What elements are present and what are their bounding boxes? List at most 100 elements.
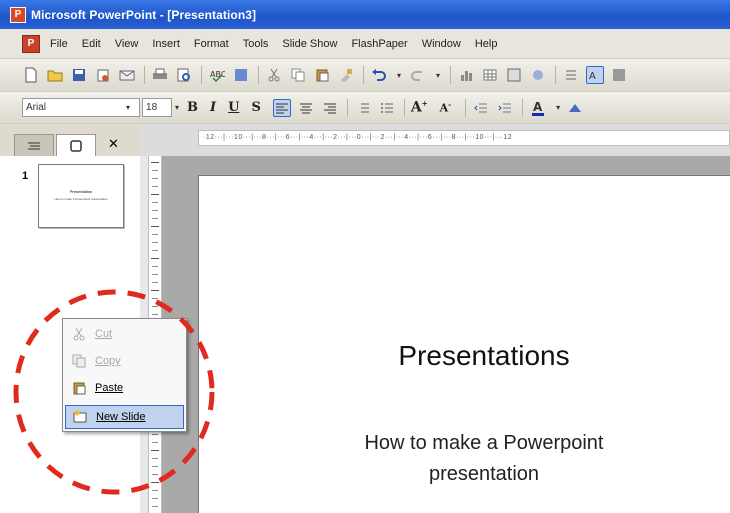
- new-document-icon[interactable]: [22, 66, 40, 84]
- show-formatting-icon[interactable]: A: [586, 66, 605, 84]
- context-menu-label: Paste: [95, 382, 124, 394]
- menu-tools[interactable]: Tools: [243, 38, 269, 50]
- slide-subtitle[interactable]: How to make a Powerpoint presentation: [198, 428, 730, 490]
- undo-icon[interactable]: [370, 66, 388, 84]
- align-center-icon[interactable]: [297, 99, 315, 117]
- slides-tab[interactable]: [56, 134, 96, 156]
- print-icon[interactable]: [151, 66, 169, 84]
- underline-icon[interactable]: U: [228, 100, 239, 115]
- slide-thumbnail[interactable]: Presentation How to make a Powerpoint pr…: [38, 164, 124, 228]
- increase-font-icon[interactable]: A+: [411, 99, 428, 116]
- svg-text:A: A: [533, 100, 543, 114]
- font-dropdown-icon[interactable]: ▾: [126, 103, 130, 112]
- ruler-tick: [152, 490, 158, 491]
- ruler-tick: [152, 186, 158, 187]
- menu-help[interactable]: Help: [475, 38, 498, 50]
- expand-all-icon[interactable]: [562, 66, 580, 84]
- pane-tab-bar: ✕: [0, 124, 140, 156]
- cut-icon[interactable]: [265, 66, 283, 84]
- increase-indent-icon[interactable]: [496, 99, 514, 117]
- insert-table-icon[interactable]: [481, 66, 499, 84]
- slide-title[interactable]: Presentations: [198, 340, 730, 372]
- numbering-icon[interactable]: [354, 99, 372, 117]
- ruler-tick: [151, 482, 159, 483]
- font-color-dropdown-icon[interactable]: ▾: [556, 103, 560, 112]
- align-right-icon[interactable]: [321, 99, 339, 117]
- menu-format[interactable]: Format: [194, 38, 229, 50]
- research-icon[interactable]: [232, 66, 250, 84]
- grayscale-icon[interactable]: [610, 66, 628, 84]
- print-preview-icon[interactable]: [175, 66, 193, 84]
- tables-borders-icon[interactable]: [505, 66, 523, 84]
- align-left-icon[interactable]: [272, 98, 291, 117]
- menu-file[interactable]: File: [50, 38, 68, 50]
- standard-toolbar: ABC ▾ ▾ A: [0, 59, 730, 92]
- ruler-tick: [152, 298, 158, 299]
- decrease-font-icon[interactable]: A-: [440, 100, 451, 115]
- italic-icon[interactable]: I: [210, 100, 216, 115]
- outline-tab[interactable]: [14, 134, 54, 156]
- context-menu-copy[interactable]: Copy: [65, 349, 184, 373]
- toolbar-separator: [363, 66, 364, 84]
- context-menu-label: New Slide: [96, 411, 146, 423]
- ruler-tick: [151, 290, 159, 291]
- size-dropdown-icon[interactable]: ▾: [175, 103, 179, 112]
- ruler-tick: [151, 450, 159, 451]
- context-menu: Cut Copy Paste New Slide: [62, 318, 187, 432]
- toolbar-separator: [144, 66, 145, 84]
- toolbar-separator: [555, 66, 557, 84]
- ruler-tick: [152, 218, 158, 219]
- font-name-select[interactable]: Arial: [22, 98, 140, 117]
- format-painter-icon[interactable]: [337, 66, 355, 84]
- bullets-icon[interactable]: [378, 99, 396, 117]
- menu-flashpaper[interactable]: FlashPaper: [351, 38, 407, 50]
- document-icon[interactable]: P: [22, 34, 40, 53]
- insert-hyperlink-icon[interactable]: [529, 66, 547, 84]
- menu-edit[interactable]: Edit: [82, 38, 101, 50]
- ruler-tick: [152, 306, 158, 307]
- context-menu-paste[interactable]: Paste: [65, 376, 184, 400]
- context-menu-label: Cut: [95, 328, 113, 340]
- ruler-tick: [152, 178, 158, 179]
- design-icon[interactable]: [568, 99, 604, 117]
- menu-slide-show[interactable]: Slide Show: [282, 38, 337, 50]
- ruler-tick: [152, 170, 158, 171]
- email-icon[interactable]: [118, 66, 136, 84]
- toolbar-separator: [403, 98, 405, 117]
- ruler-tick: [152, 498, 158, 499]
- insert-chart-icon[interactable]: [457, 66, 475, 84]
- copy-icon: [71, 353, 87, 369]
- menu-view[interactable]: View: [115, 38, 139, 50]
- spelling-icon[interactable]: ABC: [208, 66, 226, 84]
- ruler-tick: [152, 250, 158, 251]
- shadow-icon[interactable]: S: [251, 100, 260, 115]
- bold-icon[interactable]: B: [187, 100, 198, 115]
- font-size-select[interactable]: 18: [142, 98, 173, 117]
- context-menu-new-slide[interactable]: New Slide: [65, 405, 184, 429]
- slide-subtitle-line: How to make a Powerpoint: [364, 432, 604, 454]
- context-menu-cut[interactable]: Cut: [65, 322, 184, 346]
- ruler-tick: [152, 466, 158, 467]
- copy-icon[interactable]: [289, 66, 307, 84]
- undo-dropdown-icon[interactable]: ▾: [397, 71, 401, 80]
- powerpoint-app-icon: P: [10, 6, 26, 23]
- ruler-tick: [152, 314, 158, 315]
- ruler-tick: [152, 434, 158, 435]
- close-pane-icon[interactable]: ✕: [108, 136, 119, 152]
- save-icon[interactable]: [70, 66, 88, 84]
- permission-icon[interactable]: [94, 66, 112, 84]
- ruler-tick: [152, 282, 158, 283]
- open-folder-icon[interactable]: [46, 66, 64, 84]
- toolbar-separator: [465, 98, 467, 117]
- redo-dropdown-icon[interactable]: ▾: [436, 71, 440, 80]
- thumbnail-subtitle: How to make a Powerpoint presentation: [54, 197, 108, 201]
- toolbar-separator: [258, 66, 259, 84]
- ruler-tick: [152, 210, 158, 211]
- paste-icon[interactable]: [313, 66, 331, 84]
- menu-insert[interactable]: Insert: [152, 38, 180, 50]
- font-color-icon[interactable]: A: [529, 99, 547, 117]
- menu-window[interactable]: Window: [422, 38, 461, 50]
- ruler-tick: [152, 234, 158, 235]
- decrease-indent-icon[interactable]: [472, 99, 490, 117]
- redo-icon[interactable]: [409, 66, 427, 84]
